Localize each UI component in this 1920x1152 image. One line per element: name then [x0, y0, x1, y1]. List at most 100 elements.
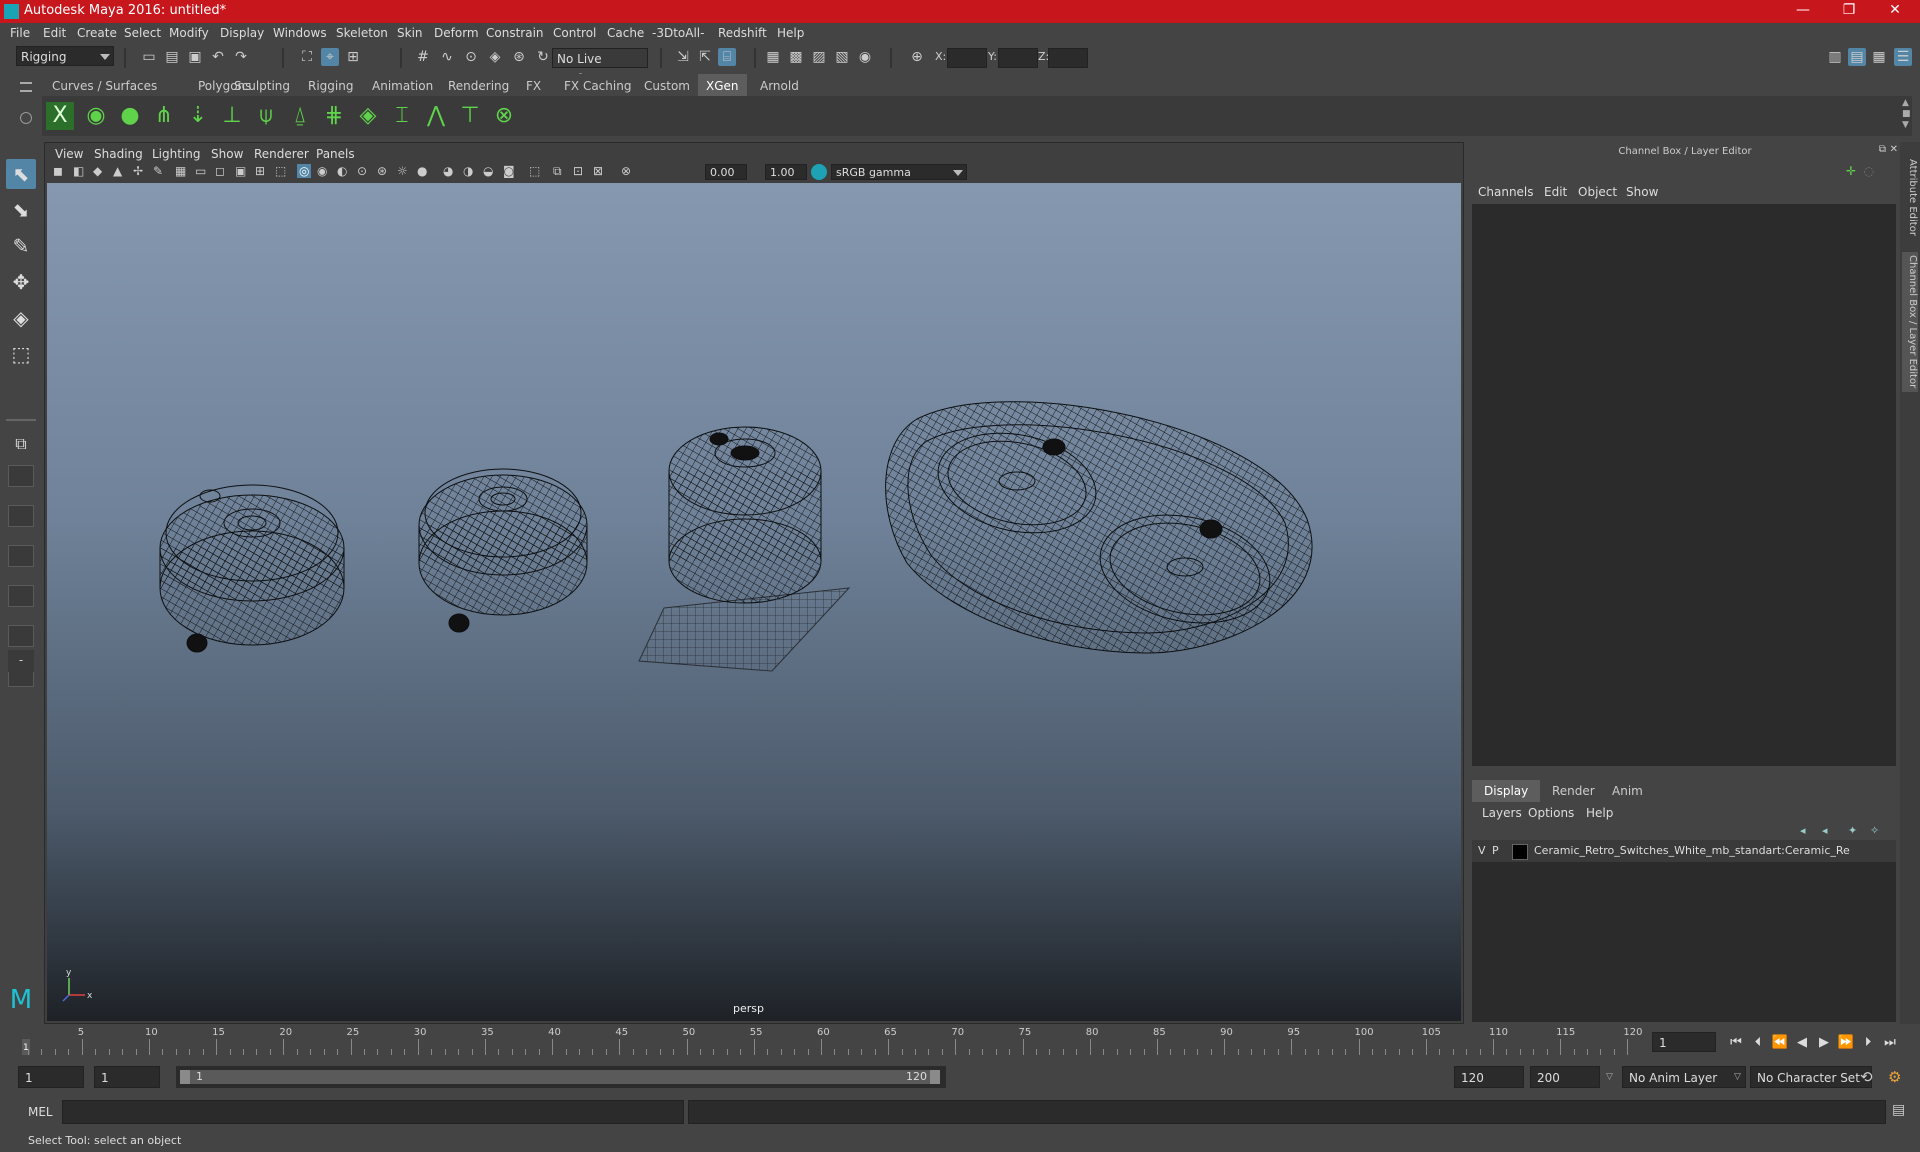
use-default-material-icon[interactable]: ⊛ — [377, 164, 387, 178]
playback-start-field[interactable]: 1 — [94, 1066, 160, 1088]
command-language-label[interactable]: MEL — [28, 1105, 53, 1119]
layer-tab-anim[interactable]: Anim — [1600, 780, 1655, 802]
character-set-chevron-icon[interactable]: ▽ — [1734, 1072, 1741, 1082]
character-set-dropdown[interactable]: No Character Set — [1750, 1066, 1872, 1088]
gate-mask-icon[interactable]: ▣ — [235, 164, 246, 178]
persp-outliner-layout-icon[interactable] — [8, 585, 34, 607]
xgen-place-guide-icon[interactable]: ⇣ — [184, 102, 212, 130]
layer-visibility-toggle[interactable]: V — [1478, 844, 1486, 857]
menu-edit[interactable]: Edit — [43, 26, 66, 40]
menu-control[interactable]: Control — [553, 26, 596, 40]
symmetry-icon[interactable]: ⊠ — [593, 164, 603, 178]
side-by-side-layout-icon[interactable] — [8, 545, 34, 567]
switch-model-1[interactable] — [159, 484, 345, 653]
transform-mode-icon[interactable]: ⊕ — [908, 48, 926, 66]
start-frame-field[interactable]: 1 — [18, 1066, 84, 1088]
shelf-tab-sculpting[interactable]: Sculpting — [226, 77, 298, 95]
wireframe-on-shaded-icon[interactable]: ◐ — [337, 164, 347, 178]
xgen-lock-guide-icon[interactable]: ⍙ — [286, 102, 314, 130]
layer-tab-display[interactable]: Display — [1472, 780, 1541, 802]
input-ops-icon[interactable]: ⇲ — [674, 48, 692, 66]
viewport-menu-lighting[interactable]: Lighting — [152, 147, 201, 161]
step-back-frame-icon[interactable]: ⏴ — [1748, 1034, 1768, 1052]
layer-playback-toggle[interactable]: P — [1492, 844, 1499, 857]
menu-3dtoall[interactable]: -3DtoAll- — [652, 26, 704, 40]
script-editor-icon[interactable]: ▤ — [1892, 1102, 1905, 1118]
range-bar[interactable]: 1 120 — [176, 1066, 946, 1088]
range-end-handle[interactable] — [930, 1070, 940, 1084]
side-tab-attribute-editor[interactable]: Attribute Editor — [1902, 152, 1918, 242]
shelf-tab-rendering[interactable]: Rendering — [440, 77, 517, 95]
lasso-tool-icon[interactable]: ⬊ — [6, 195, 36, 225]
menu-help[interactable]: Help — [777, 26, 804, 40]
xgen-groom-icon[interactable]: ⋔ — [150, 102, 178, 130]
viewport-menu-view[interactable]: View — [55, 147, 83, 161]
xgen-grass-icon[interactable]: ⋀ — [422, 102, 450, 130]
snap-grid-icon[interactable]: # — [414, 48, 432, 66]
viewport-menu-panels[interactable]: Panels — [316, 147, 355, 161]
x-field[interactable] — [947, 48, 987, 68]
step-back-key-icon[interactable]: ⏪ — [1770, 1034, 1790, 1052]
shelf-scroll-icon[interactable]: ▲ ■ ▼ — [1902, 98, 1911, 131]
menu-file[interactable]: File — [10, 26, 30, 40]
xgen-layers-icon[interactable]: ◈ — [354, 102, 382, 130]
exposure-icon[interactable]: ⊗ — [621, 164, 631, 178]
wireframe-icon[interactable]: ◎ — [297, 164, 312, 178]
channel-box-toggle-icon[interactable]: ☰ — [1894, 48, 1912, 66]
switch-model-3[interactable] — [668, 426, 822, 604]
layer-menu-layers[interactable]: Layers — [1482, 806, 1522, 820]
ipr-render-icon[interactable]: ▨ — [810, 48, 828, 66]
snap-live-icon[interactable]: ⊛ — [510, 48, 528, 66]
snap-point-icon[interactable]: ⊙ — [462, 48, 480, 66]
shelf-tab-fx-caching[interactable]: FX Caching — [556, 77, 639, 95]
layer-menu-options[interactable]: Options — [1528, 806, 1574, 820]
new-scene-icon[interactable]: ▭ — [140, 48, 158, 66]
end-frame-field[interactable]: 200 — [1530, 1066, 1600, 1088]
select-hierarchy-icon[interactable]: ⛶ — [298, 48, 316, 66]
switch-model-2[interactable] — [418, 468, 588, 633]
xgen-cut-icon[interactable]: ⌶ — [388, 102, 416, 130]
frame-selected-icon[interactable]: ⊡ — [573, 164, 583, 178]
four-pane-layout-icon[interactable] — [8, 505, 34, 527]
output-ops-icon[interactable]: ⇱ — [696, 48, 714, 66]
color-management-icon[interactable] — [811, 164, 827, 180]
channel-box-menu-channels[interactable]: Channels — [1478, 185, 1534, 199]
double-switch-model[interactable] — [885, 401, 1313, 654]
anim-layer-dropdown[interactable]: No Anim Layer — [1622, 1066, 1746, 1088]
move-tool-icon[interactable]: ✥ — [6, 267, 36, 297]
field-chart-icon[interactable]: ⊞ — [255, 164, 265, 178]
menu-set-dropdown[interactable]: Rigging — [16, 46, 114, 66]
menu-deform[interactable]: Deform — [434, 26, 479, 40]
layer-menu-help[interactable]: Help — [1586, 806, 1613, 820]
image-plane-icon[interactable]: ▲ — [113, 164, 122, 178]
camera-attributes-icon[interactable]: ◧ — [73, 164, 84, 178]
open-scene-icon[interactable]: ▤ — [163, 48, 181, 66]
channel-box-menu-object[interactable]: Object — [1578, 185, 1617, 199]
range-bar-fill[interactable] — [180, 1070, 940, 1084]
range-start-handle[interactable] — [180, 1070, 190, 1084]
smooth-shade-icon[interactable]: ◉ — [317, 164, 327, 178]
menu-windows[interactable]: Windows — [273, 26, 327, 40]
camera-select-icon[interactable]: ◼ — [53, 164, 63, 178]
move-layer-up-icon[interactable]: ◂ — [1800, 824, 1806, 837]
isolate-select-icon[interactable]: ⬚ — [529, 164, 540, 178]
safe-action-icon[interactable]: ⬚ — [275, 164, 286, 178]
menu-constrain[interactable]: Constrain — [486, 26, 544, 40]
channel-box-axis-icon[interactable]: ✛ — [1846, 164, 1856, 178]
shelf-tab-rigging[interactable]: Rigging — [300, 77, 361, 95]
layer-row[interactable]: V P Ceramic_Retro_Switches_White_mb_stan… — [1472, 840, 1896, 862]
command-input[interactable] — [62, 1100, 684, 1124]
xgen-description-icon[interactable]: ● — [116, 102, 144, 130]
channel-box-menu-edit[interactable]: Edit — [1544, 185, 1567, 199]
select-component-icon[interactable]: ⊞ — [344, 48, 362, 66]
2d-pan-zoom-icon[interactable]: ✢ — [133, 164, 143, 178]
shelf-tab-xgen[interactable]: XGen — [698, 74, 747, 97]
close-panel-icon[interactable]: ✕ — [1890, 144, 1898, 155]
menu-create[interactable]: Create — [77, 26, 117, 40]
xgen-length-icon[interactable]: ⊤ — [456, 102, 484, 130]
go-to-end-icon[interactable]: ⏭ — [1880, 1034, 1900, 1052]
menu-cache[interactable]: Cache — [607, 26, 644, 40]
exposure-field[interactable]: 0.00 — [705, 164, 747, 180]
snap-curve-icon[interactable]: ∿ — [438, 48, 456, 66]
new-layer-icon[interactable]: ✦ — [1848, 824, 1857, 837]
